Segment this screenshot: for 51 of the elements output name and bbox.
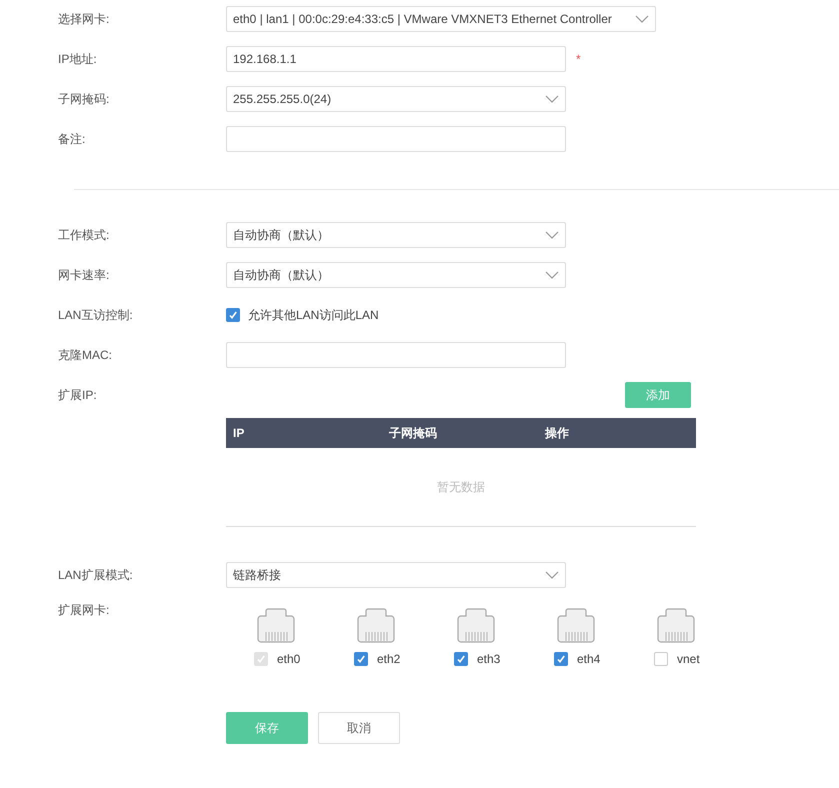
ethernet-port-icon (456, 608, 496, 643)
field-label: LAN扩展模式: (58, 566, 134, 584)
checkbox-label: eth3 (477, 652, 500, 666)
checkbox-label: vnet (677, 652, 700, 666)
input-field[interactable] (226, 342, 566, 368)
check-icon (456, 654, 466, 664)
check-icon (256, 654, 266, 664)
column-header: 操作 (545, 424, 570, 442)
select-field[interactable]: 自动协商（默认） (226, 222, 566, 248)
cancel-button[interactable]: 取消 (318, 712, 400, 744)
checkbox-label: eth0 (277, 652, 300, 666)
required-mark: * (576, 52, 581, 66)
checkbox-label: eth4 (577, 652, 600, 666)
checkbox[interactable] (454, 652, 468, 666)
field-label: 扩展IP: (58, 386, 98, 404)
checkbox[interactable] (354, 652, 368, 666)
field-label: LAN互访控制: (58, 306, 134, 324)
chevron-down-icon (545, 231, 559, 239)
ethernet-port-icon (556, 608, 596, 643)
checkbox[interactable] (554, 652, 568, 666)
column-header: IP (233, 426, 246, 440)
checkbox[interactable] (654, 652, 668, 666)
input-field[interactable] (226, 126, 566, 152)
checkbox-label: 允许其他LAN访问此LAN (248, 306, 379, 324)
column-header: 子网掩码 (389, 424, 438, 442)
checkbox-label: eth2 (377, 652, 400, 666)
empty-message: 暂无数据 (437, 478, 485, 496)
check-icon (356, 654, 366, 664)
field-label: 扩展网卡: (58, 602, 110, 619)
field-label: 网卡速率: (58, 266, 110, 284)
chevron-down-icon (545, 571, 559, 579)
select-field[interactable]: 255.255.255.0(24) (226, 86, 566, 112)
ethernet-port-icon (656, 608, 696, 643)
check-icon (228, 310, 238, 320)
ethernet-port-icon (356, 608, 396, 643)
field-label: IP地址: (58, 50, 98, 68)
select-field[interactable]: eth0 | lan1 | 00:0c:29:e4:33:c5 | VMware VMXNET3 Ethernet Controller (226, 6, 656, 32)
ethernet-port-icon (256, 608, 296, 643)
field-label: 工作模式: (58, 226, 110, 244)
chevron-down-icon (545, 271, 559, 279)
select-field[interactable]: 链路桥接 (226, 562, 566, 588)
select-field[interactable]: 自动协商（默认） (226, 262, 566, 288)
field-label: 克隆MAC: (58, 346, 113, 364)
field-label: 选择网卡: (58, 10, 110, 28)
field-label: 备注: (58, 130, 86, 148)
chevron-down-icon (545, 95, 559, 103)
checkbox[interactable] (226, 308, 240, 322)
check-icon (556, 654, 566, 664)
field-label: 子网掩码: (58, 90, 110, 108)
input-field[interactable]: 192.168.1.1 (226, 46, 566, 72)
chevron-down-icon (635, 15, 649, 23)
